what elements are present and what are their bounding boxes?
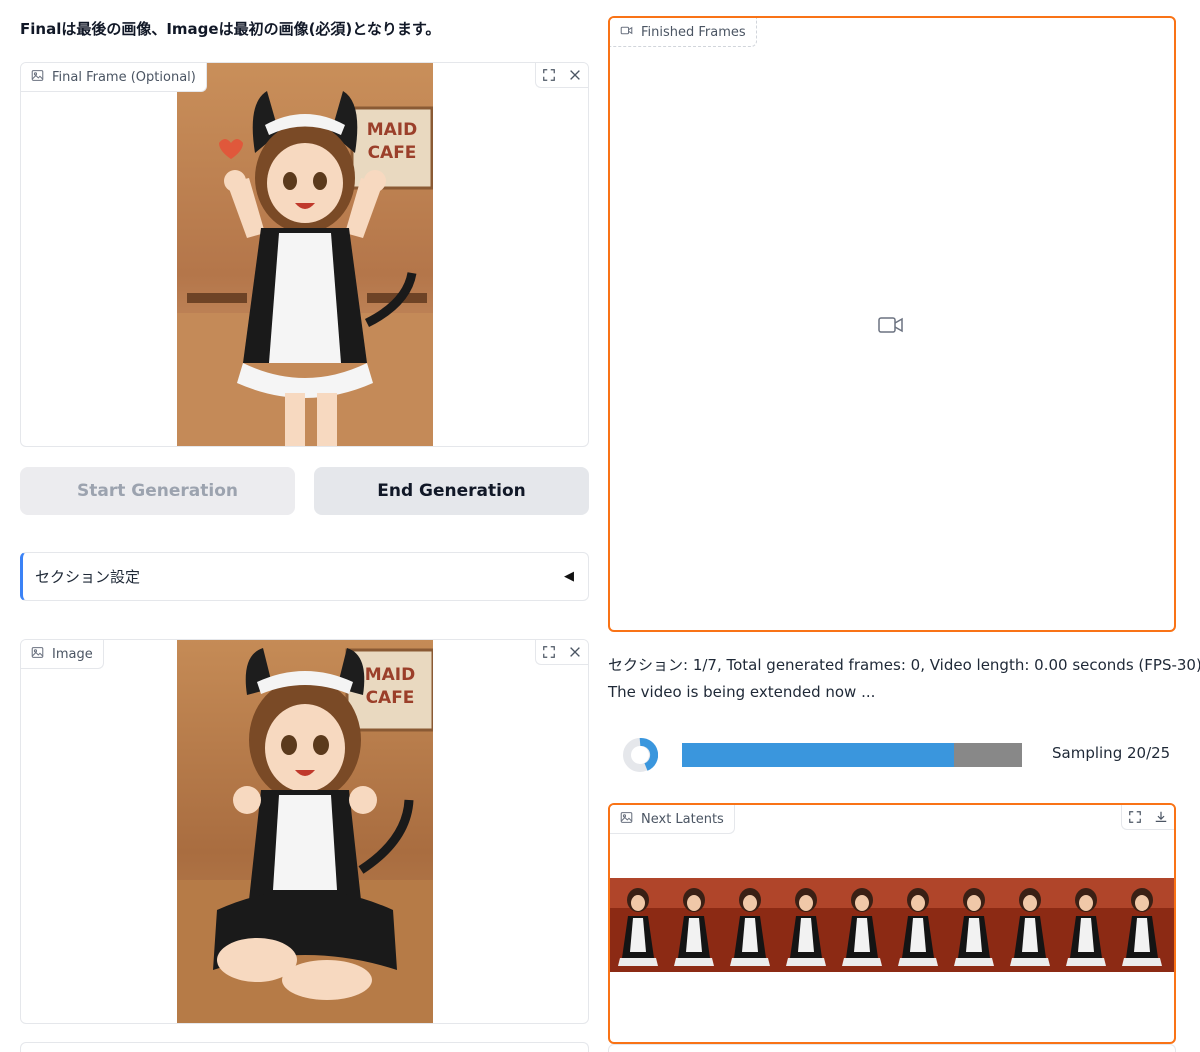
finished-frames-label: Finished Frames (610, 18, 757, 47)
download-icon[interactable] (1148, 805, 1174, 829)
next-latents-tools (1121, 805, 1174, 830)
video-icon (620, 24, 633, 41)
fullscreen-icon[interactable] (536, 640, 562, 664)
image-icon (31, 69, 44, 86)
next-latents-panel[interactable]: Next Latents (608, 803, 1176, 1044)
fullscreen-icon[interactable] (536, 63, 562, 87)
start-generation-button[interactable]: Start Generation (20, 467, 295, 515)
status-line-2: The video is being extended now ... (608, 683, 876, 701)
next-latents-label: Next Latents (610, 805, 735, 834)
image-panel[interactable]: Image MAID CAFE (20, 639, 589, 1024)
progress-bar (682, 743, 1022, 767)
section-settings-accordion[interactable]: セクション設定 ◀ (20, 552, 589, 601)
input-image: MAID CAFE (177, 640, 433, 1023)
sign-text-1: MAID (365, 665, 416, 685)
finished-frames-panel[interactable]: Finished Frames (608, 16, 1176, 632)
image-icon (620, 811, 633, 828)
progress-bar-fill (682, 743, 954, 767)
sampling-progress-text: Sampling 20/25 (1052, 744, 1171, 762)
video-placeholder-icon (878, 316, 904, 338)
section-settings-label: セクション設定 (35, 568, 141, 586)
sign-text-2: CAFE (366, 688, 415, 708)
sign-text-2: CAFE (368, 143, 417, 163)
image-tools (535, 640, 588, 665)
loading-spinner-icon (622, 737, 659, 773)
instructions-text: Finalは最後の画像、Imageは最初の画像(必須)となります。 (20, 20, 441, 38)
close-icon[interactable] (562, 63, 588, 87)
fullscreen-icon[interactable] (1122, 805, 1148, 829)
final-frame-image: MAID CAFE (177, 63, 433, 446)
status-line-1: セクション: 1/7, Total generated frames: 0, V… (608, 656, 1200, 674)
next-panel-edge-right (608, 1044, 1176, 1052)
latents-preview-image (610, 878, 1174, 972)
end-generation-button[interactable]: End Generation (314, 467, 589, 515)
image-label: Image (21, 640, 104, 669)
final-frame-label: Final Frame (Optional) (21, 63, 207, 92)
sign-text-1: MAID (367, 120, 418, 140)
close-icon[interactable] (562, 640, 588, 664)
final-frame-panel[interactable]: Final Frame (Optional) MAID CAFE (20, 62, 589, 447)
next-panel-edge (20, 1042, 589, 1052)
final-frame-tools (535, 63, 588, 88)
collapse-toggle-icon[interactable]: ◀ (564, 569, 574, 584)
image-icon (31, 646, 44, 663)
